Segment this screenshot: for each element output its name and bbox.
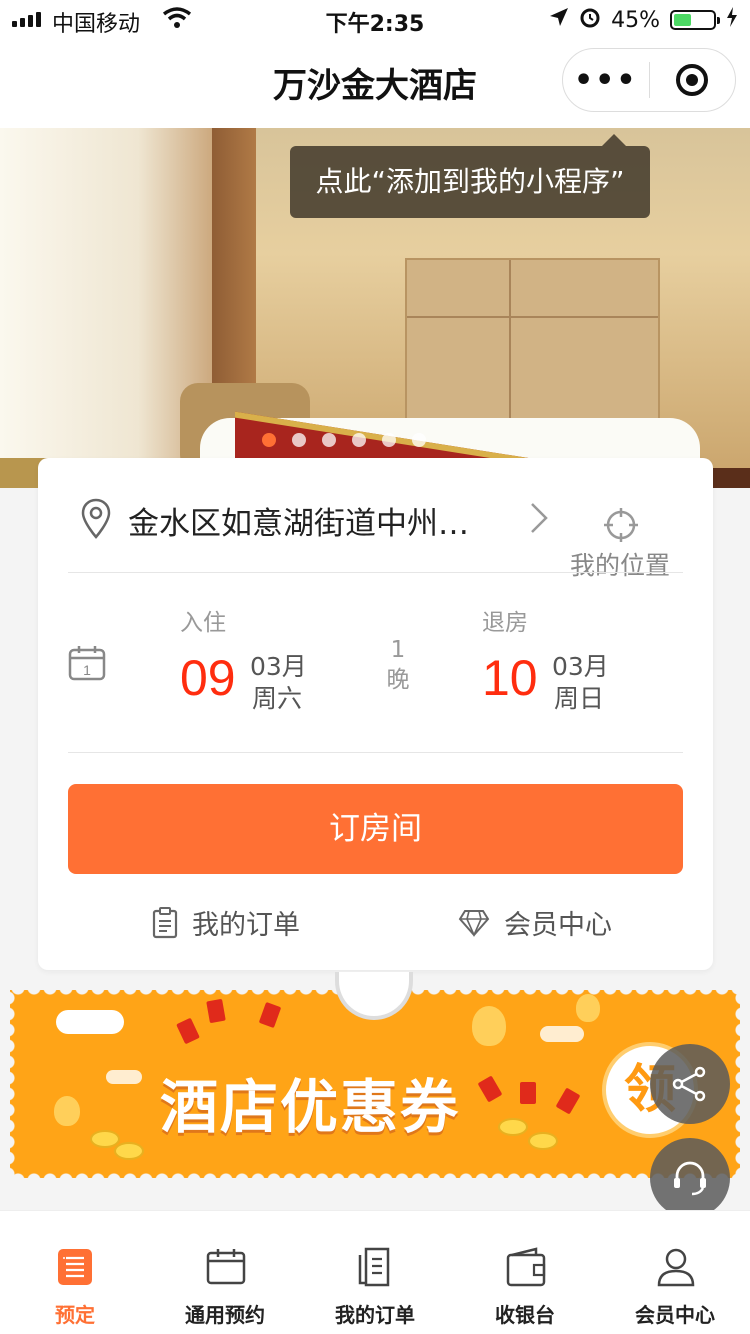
location-text: 金水区如意湖街道中州… [128, 506, 469, 542]
nav-bar: 万沙金大酒店 ••• [0, 40, 750, 128]
red-envelope-decoration [176, 1017, 200, 1045]
alarm-icon [579, 6, 601, 34]
charging-icon [726, 7, 738, 33]
checkout-month: 03月 [552, 652, 609, 681]
tab-label: 预定 [55, 1303, 95, 1327]
my-orders-link[interactable]: 我的订单 [152, 903, 300, 942]
share-button[interactable] [650, 1044, 730, 1124]
red-envelope-decoration [520, 1082, 536, 1104]
battery-percent: 45% [611, 7, 660, 33]
tab-label: 通用预约 [185, 1303, 265, 1327]
balloon-decoration [472, 1006, 506, 1046]
tab-general-reservation[interactable]: 通用预约 [150, 1211, 300, 1334]
checkin-day: 09 [180, 650, 236, 706]
carousel-dot[interactable] [352, 433, 366, 447]
hotel-banner-carousel[interactable]: 点此“添加到我的小程序” [0, 128, 750, 488]
headset-icon [674, 1161, 706, 1196]
date-selector[interactable]: 1 入住 09 03月 周六 1 晚 退房 10 03月 周日 [68, 573, 683, 753]
nights-number: 1 [390, 637, 406, 663]
checkin-date[interactable]: 入住 09 03月 周六 [180, 603, 307, 713]
diamond-icon [458, 909, 490, 937]
tab-label: 会员中心 [635, 1303, 715, 1327]
tab-member-center[interactable]: 会员中心 [600, 1211, 750, 1334]
coin-decoration [498, 1118, 528, 1136]
carousel-dot[interactable] [412, 433, 426, 447]
location-arrow-icon [549, 7, 569, 33]
add-miniprogram-tooltip[interactable]: 点此“添加到我的小程序” [290, 134, 650, 218]
cloud-decoration [540, 1026, 584, 1042]
calendar-icon: 1 [68, 646, 106, 681]
checkin-label: 入住 [180, 610, 226, 636]
checkout-weekday: 周日 [554, 684, 605, 713]
coupon-edge [10, 1172, 740, 1180]
carousel-dot[interactable] [322, 433, 336, 447]
checkin-weekday: 周六 [252, 684, 303, 713]
coin-decoration [114, 1142, 144, 1160]
target-close-icon [676, 64, 709, 96]
member-center-link[interactable]: 会员中心 [458, 903, 612, 942]
member-center-label: 会员中心 [504, 910, 612, 941]
coupon-edge [734, 990, 742, 1178]
nights-unit: 晚 [386, 667, 410, 693]
location-pin-icon [81, 498, 111, 539]
clipboard-icon [152, 906, 178, 938]
miniprogram-capsule: ••• [562, 48, 736, 112]
share-icon [672, 1066, 706, 1102]
red-envelope-decoration [206, 998, 226, 1024]
user-icon [657, 1248, 695, 1287]
more-menu-button[interactable]: ••• [563, 63, 649, 98]
svg-text:1: 1 [83, 662, 91, 678]
cloud-decoration [56, 1010, 124, 1034]
wallet-icon [506, 1247, 546, 1287]
tab-label: 收银台 [495, 1303, 555, 1327]
divider [68, 752, 683, 753]
tab-booking[interactable]: 预定 [0, 1211, 150, 1334]
balloon-decoration [54, 1096, 80, 1126]
document-icon [358, 1247, 390, 1287]
red-envelope-decoration [555, 1087, 581, 1115]
checkout-label: 退房 [482, 610, 528, 636]
checkin-month: 03月 [250, 652, 307, 681]
coin-decoration [528, 1132, 558, 1150]
carousel-dot[interactable] [292, 433, 306, 447]
carousel-indicator [262, 433, 426, 447]
tab-cashier[interactable]: 收银台 [450, 1211, 600, 1334]
booking-card: 金水区如意湖街道中州… 我的位置 1 入住 09 03月 周六 1 晚 退房 1… [38, 458, 713, 970]
checkout-date[interactable]: 退房 10 03月 周日 [482, 603, 609, 713]
list-icon [58, 1249, 92, 1285]
red-envelope-decoration [477, 1075, 503, 1103]
coupon-edge [8, 990, 16, 1178]
crosshair-icon[interactable] [604, 508, 638, 542]
hotel-coupon-banner[interactable]: 酒店优惠券 领 [8, 972, 742, 1180]
cloud-decoration [106, 1070, 142, 1084]
checkout-day: 10 [482, 650, 538, 706]
balloon-decoration [576, 994, 600, 1022]
close-miniprogram-button[interactable] [650, 64, 736, 96]
tab-my-orders[interactable]: 我的订单 [300, 1211, 450, 1334]
tab-label: 我的订单 [335, 1303, 415, 1327]
book-room-button[interactable]: 订房间 [68, 784, 683, 874]
battery-icon [670, 10, 720, 30]
bottom-tab-bar: 预定 通用预约 我的订单 收银台 会员中心 [0, 1210, 750, 1334]
chevron-right-icon [531, 503, 548, 533]
carousel-dot[interactable] [382, 433, 396, 447]
clock-decoration [335, 972, 413, 1020]
my-orders-label: 我的订单 [192, 910, 300, 941]
bed-headboard [405, 258, 660, 433]
location-selector[interactable]: 金水区如意湖街道中州… 我的位置 [68, 488, 683, 580]
status-bar: 中国移动 下午2:35 45% [0, 0, 750, 40]
customer-service-button[interactable] [650, 1138, 730, 1218]
carousel-dot[interactable] [262, 433, 276, 447]
calendar-icon [206, 1249, 246, 1285]
red-envelope-decoration [258, 1001, 282, 1029]
coupon-title: 酒店优惠券 [160, 1073, 461, 1141]
nights-count: 1 晚 [378, 635, 418, 695]
